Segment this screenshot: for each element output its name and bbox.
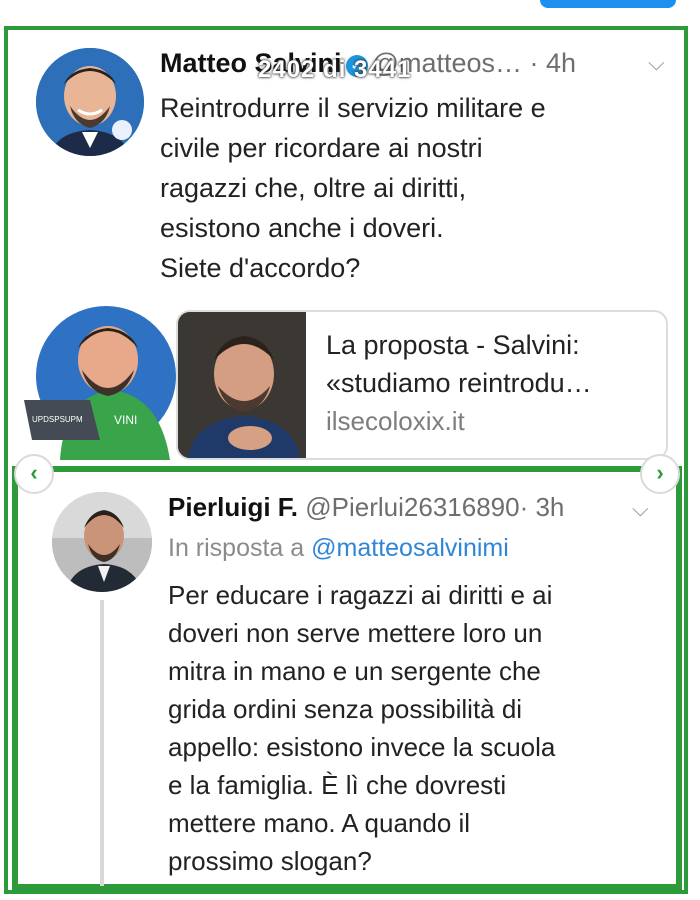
tweet-line: esistono anche i doveri. xyxy=(160,213,444,243)
reply-line: mettere mano. A quando il xyxy=(168,808,471,838)
tweet-line: civile per ricordare ai nostri xyxy=(160,133,483,163)
in-reply-to-prefix: In risposta a xyxy=(168,534,305,562)
reply-author-name[interactable]: Pierluigi F. xyxy=(168,492,298,522)
reply-author-avatar[interactable] xyxy=(52,492,152,592)
previous-arrow-icon[interactable]: ‹ xyxy=(14,454,54,494)
link-title-line: La proposta - Salvini: xyxy=(326,330,580,360)
reply-author-header: Pierluigi F. @Pierlui26316890· 3h xyxy=(168,492,564,523)
link-preview-card[interactable]: La proposta - Salvini: «studiamo reintro… xyxy=(176,310,668,460)
reply-author-handle[interactable]: @Pierlui26316890 xyxy=(305,492,519,522)
image-counter: 2402 di 3441 xyxy=(258,56,412,83)
reply-line: prossimo slogan? xyxy=(168,846,372,876)
tweet-line: Siete d'accordo? xyxy=(160,253,361,283)
reply-line: doveri non serve mettere loro un xyxy=(168,618,543,648)
reply-line: mitra in mano e un sergente che xyxy=(168,656,541,686)
link-title-line: «studiamo reintrodu… xyxy=(326,368,592,398)
link-domain: ilsecoloxix.it xyxy=(326,406,465,436)
laptop-label: UPDSPSUPM xyxy=(32,415,83,424)
reply-line: appello: esistono invece la scuola xyxy=(168,732,556,762)
tweet-line: Reintrodurre il servizio militare e xyxy=(160,93,546,123)
next-arrow-icon[interactable]: › xyxy=(640,454,680,494)
tweet-time: · 4h xyxy=(529,48,577,78)
reply-chevron-down-icon[interactable]: ⌵ xyxy=(632,496,649,522)
in-reply-to-mention[interactable]: @matteosalvinimi xyxy=(311,534,509,562)
in-reply-to: In risposta a @matteosalvinimi xyxy=(168,534,509,563)
reply-time: · 3h xyxy=(519,492,565,522)
tweet-line: ragazzi che, oltre ai diritti, xyxy=(160,173,467,203)
top-action-button[interactable] xyxy=(540,0,676,8)
thread-connector-line xyxy=(100,600,104,886)
caricature-sticker: VINI UPDSPSUPM xyxy=(20,300,176,460)
reply-text: Per educare i ragazzi ai diritti e ai do… xyxy=(168,576,658,880)
link-preview-image xyxy=(178,312,306,458)
link-title: La proposta - Salvini: «studiamo reintro… xyxy=(326,326,656,402)
chevron-down-icon[interactable]: ⌵ xyxy=(648,50,665,76)
caricature-label: VINI xyxy=(114,413,137,427)
tweet-text: Reintrodurre il servizio militare e civi… xyxy=(160,88,660,288)
reply-line: Per educare i ragazzi ai diritti e ai xyxy=(168,580,553,610)
reply-line: e la famiglia. È lì che dovresti xyxy=(168,770,507,800)
reply-line: grida ordini senza possibilità di xyxy=(168,694,523,724)
author-avatar[interactable] xyxy=(36,48,144,156)
